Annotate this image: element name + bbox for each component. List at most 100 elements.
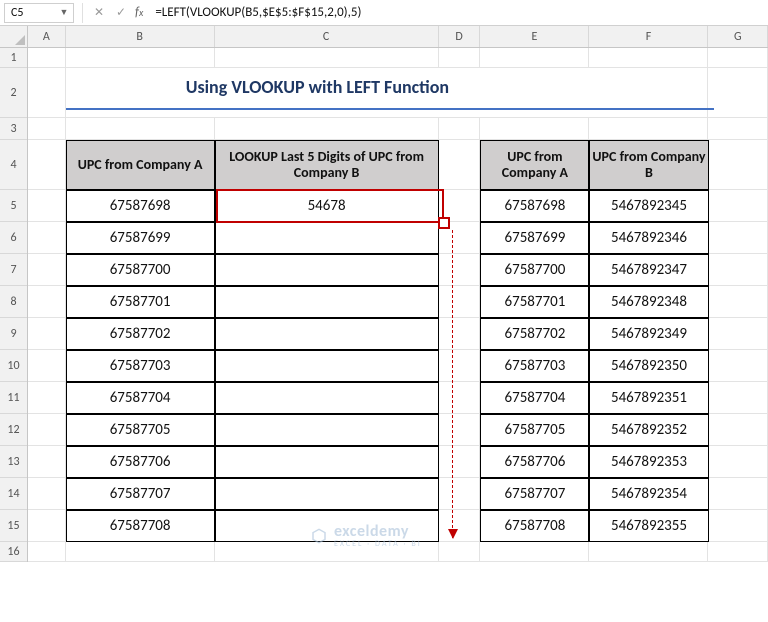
cell[interactable] bbox=[215, 48, 439, 68]
cell[interactable] bbox=[439, 350, 481, 382]
table-cell[interactable]: 5467892352 bbox=[589, 414, 708, 446]
name-box[interactable]: C5 ▼ bbox=[4, 3, 74, 23]
row-header[interactable]: 6 bbox=[0, 222, 27, 254]
row-header[interactable]: 3 bbox=[0, 118, 27, 140]
row-header[interactable]: 2 bbox=[0, 68, 27, 118]
col-header-C[interactable]: C bbox=[215, 26, 439, 47]
cell[interactable] bbox=[480, 68, 589, 118]
row-header[interactable]: 5 bbox=[0, 190, 27, 222]
table-cell[interactable]: 67587700 bbox=[66, 254, 215, 286]
cell[interactable] bbox=[589, 68, 708, 118]
cell[interactable] bbox=[214, 68, 438, 118]
cell[interactable] bbox=[28, 350, 66, 382]
cell[interactable] bbox=[28, 382, 66, 414]
select-all-corner[interactable] bbox=[0, 26, 28, 48]
chevron-down-icon[interactable]: ▼ bbox=[56, 5, 72, 21]
row-header[interactable]: 13 bbox=[0, 446, 27, 478]
table-cell[interactable] bbox=[215, 446, 439, 478]
cell[interactable] bbox=[439, 382, 481, 414]
row-header[interactable]: 16 bbox=[0, 542, 27, 562]
formula-input[interactable] bbox=[151, 3, 768, 23]
cell[interactable] bbox=[439, 414, 481, 446]
table-cell[interactable]: 67587705 bbox=[66, 414, 215, 446]
table-cell[interactable]: 67587701 bbox=[66, 286, 215, 318]
cell[interactable] bbox=[28, 48, 66, 68]
table-cell[interactable]: 54678 bbox=[215, 190, 439, 222]
cell[interactable] bbox=[439, 140, 481, 190]
cell[interactable] bbox=[28, 118, 66, 140]
row-header[interactable]: 12 bbox=[0, 414, 27, 446]
cell[interactable] bbox=[709, 190, 768, 222]
cell[interactable] bbox=[439, 254, 481, 286]
table-cell[interactable]: 5467892350 bbox=[589, 350, 708, 382]
spreadsheet-grid[interactable]: A B C D E F G 1 2 3 4 5 6 7 8 9 10 11 12… bbox=[0, 26, 768, 622]
table-cell[interactable]: 67587702 bbox=[480, 318, 589, 350]
col-header-F[interactable]: F bbox=[589, 26, 708, 47]
cell[interactable] bbox=[28, 140, 66, 190]
table-cell[interactable]: 5467892351 bbox=[589, 382, 708, 414]
cell[interactable] bbox=[439, 542, 481, 562]
table-cell[interactable]: 5467892348 bbox=[589, 286, 708, 318]
col-header-D[interactable]: D bbox=[439, 26, 481, 47]
row-header[interactable]: 1 bbox=[0, 48, 27, 68]
table-cell[interactable] bbox=[215, 478, 439, 510]
table-cell[interactable] bbox=[215, 222, 439, 254]
table-cell[interactable]: 67587698 bbox=[480, 190, 589, 222]
cell[interactable] bbox=[28, 254, 66, 286]
cell[interactable] bbox=[28, 542, 66, 562]
table-cell[interactable] bbox=[215, 254, 439, 286]
table-cell[interactable] bbox=[215, 286, 439, 318]
cell[interactable] bbox=[28, 286, 66, 318]
table-cell[interactable]: 67587704 bbox=[480, 382, 589, 414]
table-cell[interactable] bbox=[215, 414, 439, 446]
table-cell[interactable]: 67587708 bbox=[480, 510, 589, 542]
cell[interactable] bbox=[439, 118, 481, 140]
cell[interactable] bbox=[708, 48, 768, 68]
cell[interactable] bbox=[439, 48, 481, 68]
cell[interactable] bbox=[480, 542, 589, 562]
cell[interactable] bbox=[439, 68, 481, 118]
cell[interactable] bbox=[709, 254, 768, 286]
cell[interactable] bbox=[28, 222, 66, 254]
table-cell[interactable]: 5467892354 bbox=[589, 478, 708, 510]
table-cell[interactable] bbox=[215, 350, 439, 382]
table-cell[interactable]: 67587707 bbox=[66, 478, 215, 510]
fill-handle[interactable] bbox=[438, 217, 450, 229]
col-header-A[interactable]: A bbox=[28, 26, 66, 47]
cell[interactable] bbox=[708, 542, 768, 562]
cancel-icon[interactable]: ✕ bbox=[91, 5, 107, 20]
row-header[interactable]: 10 bbox=[0, 350, 27, 382]
table-cell[interactable]: 67587704 bbox=[66, 382, 215, 414]
cell[interactable] bbox=[28, 318, 66, 350]
row-header[interactable]: 15 bbox=[0, 510, 27, 542]
cell[interactable] bbox=[589, 118, 708, 140]
table-cell[interactable]: 67587699 bbox=[66, 222, 215, 254]
table-cell[interactable]: 67587701 bbox=[480, 286, 589, 318]
cell[interactable] bbox=[480, 48, 589, 68]
row-header[interactable]: 14 bbox=[0, 478, 27, 510]
cell[interactable] bbox=[709, 222, 768, 254]
row-header[interactable]: 11 bbox=[0, 382, 27, 414]
cell[interactable] bbox=[708, 118, 768, 140]
cell[interactable] bbox=[28, 478, 66, 510]
table-header[interactable]: UPC from Company A bbox=[66, 140, 215, 190]
table-cell[interactable]: 67587705 bbox=[480, 414, 589, 446]
table-cell[interactable]: 67587706 bbox=[66, 446, 215, 478]
cell[interactable] bbox=[589, 48, 708, 68]
table-header[interactable]: LOOKUP Last 5 Digits of UPC from Company… bbox=[215, 140, 439, 190]
cell[interactable] bbox=[439, 318, 481, 350]
cell[interactable] bbox=[709, 478, 768, 510]
col-header-E[interactable]: E bbox=[480, 26, 589, 47]
table-cell[interactable]: 67587702 bbox=[66, 318, 215, 350]
table-cell[interactable]: 67587707 bbox=[480, 478, 589, 510]
cell[interactable] bbox=[709, 350, 768, 382]
cell[interactable] bbox=[708, 68, 768, 118]
cell[interactable] bbox=[709, 414, 768, 446]
cell[interactable] bbox=[28, 190, 66, 222]
table-header[interactable]: UPC from Company B bbox=[589, 140, 708, 190]
table-cell[interactable]: 5467892353 bbox=[589, 446, 708, 478]
table-cell[interactable]: 67587700 bbox=[480, 254, 589, 286]
row-header[interactable]: 7 bbox=[0, 254, 27, 286]
cell[interactable] bbox=[709, 318, 768, 350]
cell[interactable] bbox=[709, 446, 768, 478]
